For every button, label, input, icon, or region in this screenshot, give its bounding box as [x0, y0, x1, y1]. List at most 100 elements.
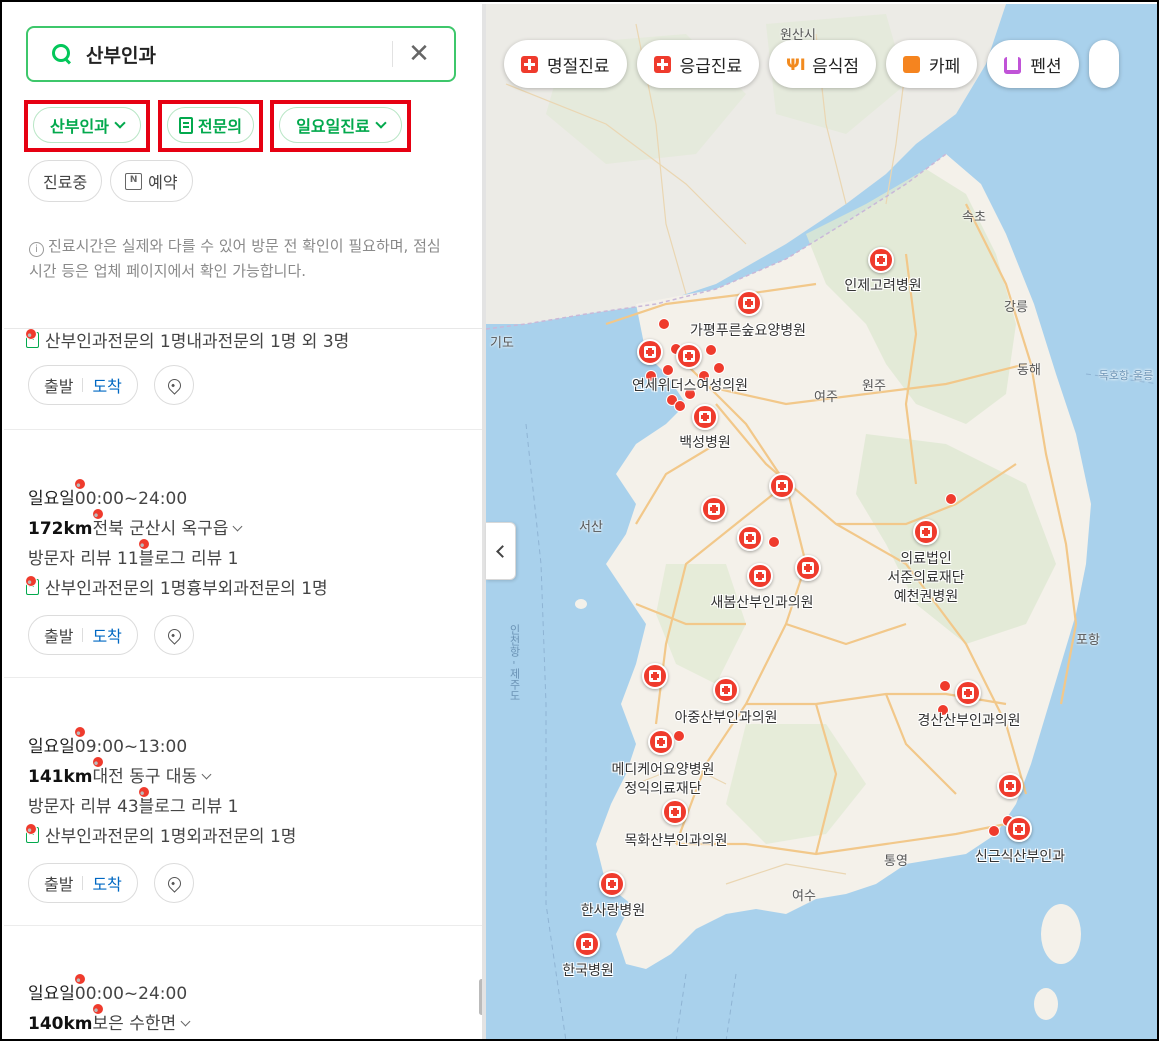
- sea-route-label: 인천항 - 제주도: [508, 624, 521, 701]
- review-counts: 방문자 리뷰 43 • 블로그 리뷰 1: [28, 786, 239, 817]
- hospital-label[interactable]: 아중산부인과의원: [674, 709, 777, 728]
- hospital-marker[interactable]: [868, 247, 894, 273]
- city-label: 강릉: [1004, 300, 1028, 315]
- calendar-icon: N: [125, 172, 143, 190]
- hospital-marker[interactable]: [769, 473, 795, 499]
- hospital-marker[interactable]: [574, 931, 600, 957]
- category-restaurant[interactable]: ΨΙ 음식점: [769, 40, 877, 88]
- collapse-panel-button[interactable]: [486, 522, 516, 580]
- filter-specialist[interactable]: 전문의: [167, 107, 254, 143]
- hospital-label[interactable]: 신근식산부인과: [975, 848, 1065, 867]
- result-dot[interactable]: [705, 344, 717, 356]
- category-emergency[interactable]: 응급진료: [636, 40, 760, 88]
- filter-sunday[interactable]: 일요일진료: [279, 107, 402, 143]
- hospital-label[interactable]: 한국병원: [562, 962, 614, 981]
- hospital-marker[interactable]: [637, 339, 663, 365]
- map-view[interactable]: 원산시 속초 강릉 동해 여주 원주 서산 포항 통영 여수 기도 인천항 - …: [486, 4, 1157, 1039]
- filter-sunday-label: 일요일진료: [296, 117, 370, 136]
- result-dot[interactable]: [988, 825, 1000, 837]
- list-item[interactable]: 일요일 • 09:00~13:00 141km • 대전 동구 대동 방문자 리뷰 43…: [4, 678, 482, 926]
- result-dot[interactable]: [674, 400, 686, 412]
- specialist-icon: [178, 116, 193, 134]
- hospital-marker[interactable]: [676, 343, 702, 369]
- map-category-bar: 명절진료 응급진료 ΨΙ 음식점 카페 펜션: [504, 40, 1119, 88]
- hospital-label[interactable]: 한사랑병원: [581, 902, 645, 921]
- window-frame: ✕ 산부인과 전문의 일요일진료 진료중 N: [0, 0, 1159, 1041]
- arrive-button[interactable]: 도착: [92, 373, 121, 397]
- city-label: 여수: [792, 889, 816, 904]
- map-pin-icon: [164, 625, 184, 645]
- arrive-button[interactable]: 도착: [92, 623, 121, 647]
- route-buttons: 출발 도착: [28, 615, 138, 655]
- chevron-down-icon: [114, 116, 126, 129]
- hospital-marker[interactable]: [599, 871, 625, 897]
- hospital-marker[interactable]: [1006, 816, 1032, 842]
- list-item[interactable]: 일요일 • 00:00~24:00 172km • 전북 군산시 옥구읍 방문자 리뷰 …: [4, 430, 482, 678]
- hospital-marker[interactable]: [737, 525, 763, 551]
- cross-icon: [653, 55, 671, 73]
- search-box[interactable]: ✕: [26, 26, 456, 82]
- result-dot[interactable]: [768, 536, 780, 548]
- distance-address[interactable]: 172km • 전북 군산시 옥구읍: [28, 508, 243, 539]
- map-pin-button[interactable]: [154, 615, 194, 655]
- depart-button[interactable]: 출발: [44, 373, 73, 397]
- search-input[interactable]: [86, 43, 386, 65]
- hospital-marker[interactable]: [736, 290, 762, 316]
- hospital-marker[interactable]: [692, 404, 718, 430]
- list-item[interactable]: 일요일 • 00:00~24:00 140km • 보은 수한면: [4, 926, 482, 1039]
- hospital-label[interactable]: 의료법인 서준의료재단 예천권병원: [887, 550, 964, 607]
- chevron-down-icon: [201, 769, 212, 780]
- map-pin-button[interactable]: [154, 863, 194, 903]
- filter-open-now-label: 진료중: [43, 173, 88, 192]
- hospital-label[interactable]: 목화산부인과의원: [624, 832, 727, 851]
- city-label: 통영: [884, 854, 908, 869]
- filter-reservation[interactable]: N 예약: [110, 160, 193, 202]
- hospital-marker[interactable]: [913, 519, 939, 545]
- city-label: 서산: [579, 520, 603, 535]
- result-dot[interactable]: [939, 680, 951, 692]
- review-counts: 방문자 리뷰 11 • 블로그 리뷰 1: [28, 538, 239, 569]
- hospital-marker[interactable]: [997, 773, 1023, 799]
- filter-open-now[interactable]: 진료중: [28, 160, 103, 202]
- hospital-marker[interactable]: [747, 563, 773, 589]
- result-dot[interactable]: [713, 362, 725, 374]
- hospital-label[interactable]: 연세위더스여성의원: [632, 377, 748, 396]
- hospital-marker[interactable]: [648, 729, 674, 755]
- info-icon: i: [29, 242, 44, 257]
- hospital-marker[interactable]: [701, 496, 727, 522]
- hospital-marker[interactable]: [662, 799, 688, 825]
- hospital-label[interactable]: 백성병원: [679, 434, 731, 453]
- filter-category[interactable]: 산부인과: [33, 107, 141, 143]
- list-item[interactable]: 산부인과전문의 1명 • 내과전문의 1명 외 3명 출발 도착: [4, 329, 482, 430]
- hospital-label[interactable]: 가평푸른숲요양병원: [690, 322, 806, 341]
- depart-button[interactable]: 출발: [44, 871, 73, 895]
- hospital-marker[interactable]: [955, 680, 981, 706]
- result-dot[interactable]: [673, 730, 685, 742]
- map-pin-button[interactable]: [154, 365, 194, 405]
- hospital-label[interactable]: 경산산부인과의원: [917, 712, 1020, 731]
- hospital-marker[interactable]: [713, 677, 739, 703]
- category-pension[interactable]: 펜션: [987, 40, 1079, 88]
- distance-address[interactable]: 140km • 보은 수한면: [28, 1003, 191, 1034]
- category-cafe[interactable]: 카페: [886, 40, 978, 88]
- hospital-marker[interactable]: [642, 663, 668, 689]
- chevron-down-icon: [233, 521, 243, 532]
- arrive-button[interactable]: 도착: [92, 871, 121, 895]
- hospital-label[interactable]: 메디케어요양병원 정익의료재단: [611, 761, 714, 799]
- result-dot[interactable]: [662, 364, 674, 376]
- chevron-down-icon: [375, 116, 387, 129]
- category-holiday-clinic[interactable]: 명절진료: [504, 40, 627, 88]
- distance-address[interactable]: 141km • 대전 동구 대동: [28, 756, 212, 787]
- notice-text: 진료시간은 실제와 다를 수 있어 방문 전 확인이 필요하며, 점심시간 등은…: [29, 237, 441, 280]
- depart-button[interactable]: 출발: [44, 623, 73, 647]
- hospital-label[interactable]: 인제고려병원: [844, 277, 921, 296]
- hospital-marker[interactable]: [795, 555, 821, 581]
- result-dot[interactable]: [945, 493, 957, 505]
- clear-icon[interactable]: ✕: [393, 28, 445, 80]
- hospital-label[interactable]: 새봄산부인과의원: [710, 594, 813, 613]
- category-more[interactable]: [1088, 40, 1119, 88]
- chevron-left-icon: [496, 544, 509, 558]
- result-dot[interactable]: [658, 318, 670, 330]
- specialist-info: 산부인과전문의 1명 • 내과전문의 1명 외 3명: [25, 329, 350, 352]
- specialist-info: 산부인과전문의 1명 • 외과전문의 1명: [25, 822, 297, 847]
